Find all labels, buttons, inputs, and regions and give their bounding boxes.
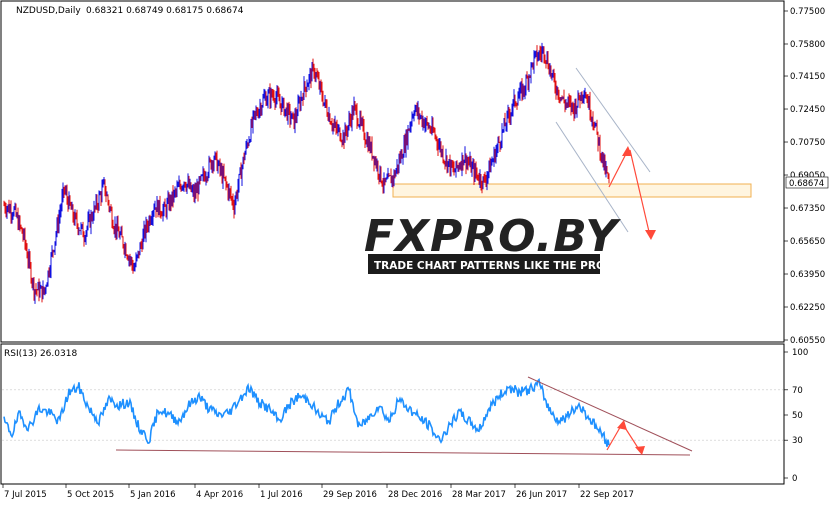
price-panel-frame [0, 0, 785, 343]
price-tick-label: 0.67350 [790, 204, 825, 214]
price-tick-label: 0.62250 [790, 303, 825, 313]
rsi-axis: 100 70 50 30 0 [784, 348, 808, 484]
chart-window: 0.77500 0.75800 0.74150 0.72450 0.70750 0.690… [0, 0, 829, 505]
date-tick-label: 5 Jan 2016 [130, 490, 176, 500]
rsi-label: RSI(13) 26.0318 [4, 349, 77, 359]
rsi-tick-label: 30 [792, 436, 803, 446]
date-axis: 7 Jul 2015 5 Oct 2015 5 Jan 2016 4 Apr 2016… [2, 484, 634, 500]
price-axis: 0.775000.758000.741500.724500.707500.690… [784, 7, 825, 346]
rsi-tick-label: 70 [792, 386, 803, 396]
price-tick-label: 0.72450 [790, 105, 825, 115]
price-tick-label: 0.65650 [790, 237, 825, 247]
date-tick-label: 22 Sep 2017 [580, 490, 634, 500]
rsi-tick-label: 0 [792, 474, 797, 484]
price-tick-label: 0.74150 [790, 72, 825, 82]
date-tick-label: 29 Sep 2016 [323, 490, 377, 500]
rsi-tick-label: 100 [792, 348, 808, 358]
date-tick-label: 7 Jul 2015 [4, 490, 47, 500]
date-tick-label: 5 Oct 2015 [67, 490, 114, 500]
symbol-label: NZDUSD,Daily [16, 6, 81, 16]
price-tick-label: 0.75800 [790, 40, 825, 50]
date-tick-label: 28 Dec 2016 [388, 490, 442, 500]
date-tick-label: 1 Jul 2016 [260, 490, 303, 500]
price-tick-label: 0.63950 [790, 270, 825, 280]
date-tick-label: 26 Jun 2017 [516, 490, 567, 500]
date-tick-label: 28 Mar 2017 [452, 490, 506, 500]
watermark-brand: FXPRO.BY [364, 211, 621, 262]
watermark-tagline: TRADE CHART PATTERNS LIKE THE PROS [374, 260, 612, 272]
chart-canvas: 0.775000.758000.741500.724500.707500.690… [0, 0, 829, 500]
ohlc-values: 0.68321 0.68749 0.68175 0.68674 [86, 6, 244, 16]
date-tick-label: 4 Apr 2016 [196, 490, 243, 500]
rsi-tick-label: 50 [792, 411, 803, 421]
support-zone [392, 183, 752, 198]
watermark-logo: FXPRO.BY TRADE CHART PATTERNS LIKE THE P… [364, 211, 621, 274]
last-price-marker: 0.68674 [785, 176, 829, 189]
price-tick-label: 0.70750 [790, 138, 825, 148]
last-price-label: 0.68674 [789, 179, 824, 189]
price-tick-label: 0.77500 [790, 7, 825, 17]
price-tick-label: 0.60550 [790, 336, 825, 346]
